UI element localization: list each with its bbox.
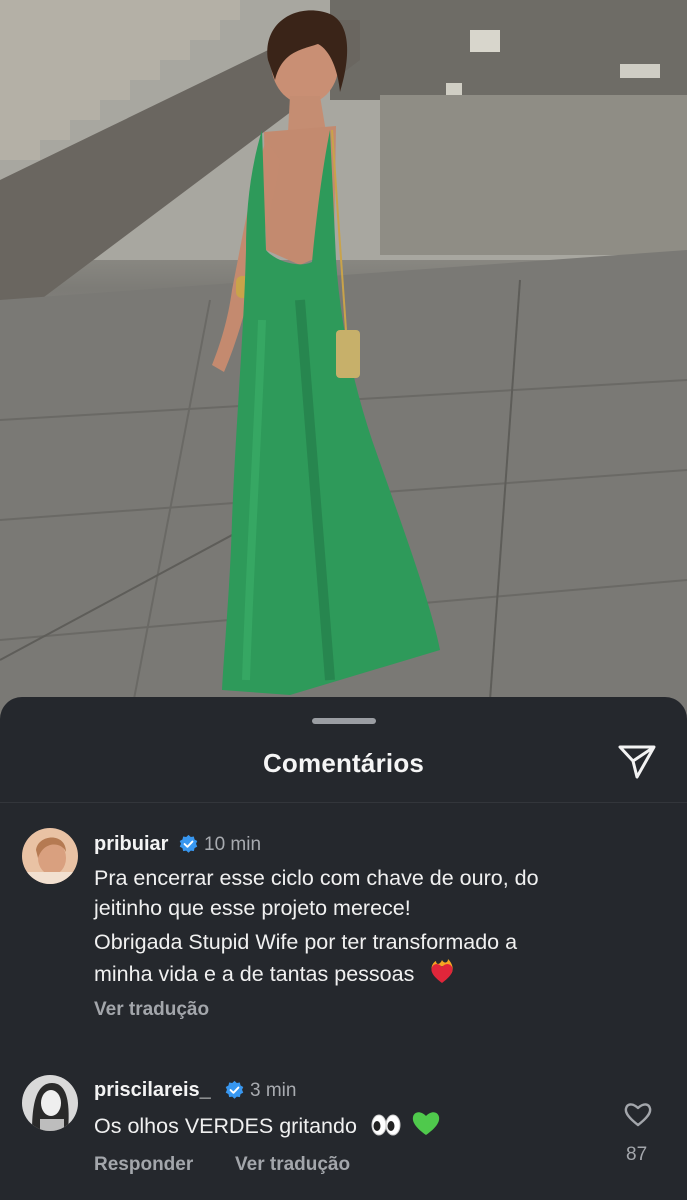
see-translation-link[interactable]: Ver tradução: [235, 1154, 350, 1176]
verified-badge-icon: [225, 1080, 244, 1099]
avatar[interactable]: [22, 828, 78, 884]
green-heart-emoji: [412, 1112, 440, 1135]
sheet-title: Comentários: [262, 748, 425, 778]
avatar-image: [22, 1075, 78, 1131]
paper-plane-icon[interactable]: [617, 743, 657, 781]
comment-line: minha vida e a de tantas pessoas: [94, 962, 415, 986]
comment-username[interactable]: pribuiar: [94, 833, 168, 856]
comment-line: Pra encerrar esse ciclo com chave de our…: [94, 866, 539, 890]
like-count: 87: [626, 1144, 648, 1165]
sheet-drag-handle[interactable]: [312, 718, 376, 724]
eyes-emoji: [371, 1114, 401, 1136]
see-translation-link[interactable]: Ver tradução: [94, 999, 209, 1021]
comments-sheet: Comentários pribuiar 10 min Pra encerrar…: [0, 697, 687, 1200]
comment-time: 10 min: [204, 834, 262, 855]
post-photo-illustration: [0, 0, 687, 720]
header-divider: [0, 802, 687, 803]
comment-username[interactable]: priscilareis_: [94, 1079, 211, 1102]
heart-on-fire-emoji: [431, 959, 453, 983]
comment-line-with-emoji: Os olhos VERDES gritando: [94, 1109, 441, 1142]
comment-line: Obrigada Stupid Wife por ter transformad…: [94, 930, 518, 954]
reply-link[interactable]: Responder: [94, 1154, 193, 1176]
verified-badge-icon: [179, 834, 198, 853]
post-photo: [0, 0, 687, 720]
comment-time: 3 min: [250, 1080, 297, 1101]
avatar-image: [22, 828, 78, 884]
comment-text: Os olhos VERDES gritando: [94, 1114, 357, 1138]
comment-line-with-emoji: minha vida e a de tantas pessoas: [94, 957, 456, 990]
avatar[interactable]: [22, 1075, 78, 1131]
heart-outline-icon[interactable]: [623, 1100, 653, 1128]
comment-line: jeitinho que esse projeto merece!: [94, 896, 411, 920]
